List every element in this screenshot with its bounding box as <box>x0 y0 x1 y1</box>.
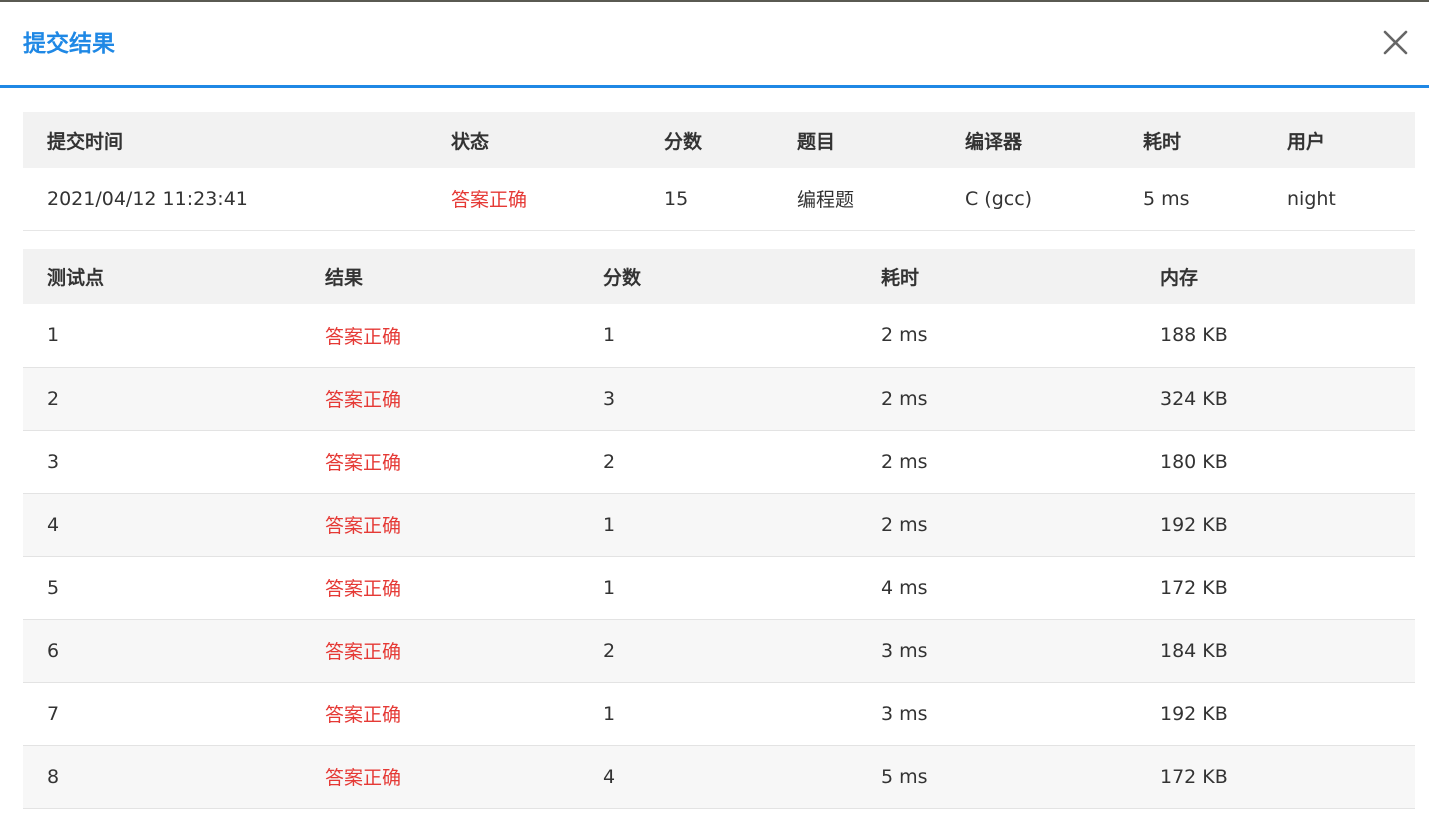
case-duration: 3 ms <box>881 639 928 662</box>
table-row: 6 答案正确 2 3 ms 184 KB <box>23 619 1415 682</box>
summary-header-user: 用户 <box>1287 130 1326 153</box>
table-row: 7 答案正确 1 3 ms 192 KB <box>23 682 1415 745</box>
case-result: 答案正确 <box>325 515 402 537</box>
summary-header-duration: 耗时 <box>1143 130 1182 153</box>
case-score: 1 <box>603 702 616 725</box>
case-duration: 2 ms <box>881 324 928 347</box>
case-duration: 2 ms <box>881 387 928 410</box>
case-duration: 2 ms <box>881 513 928 536</box>
table-row: 4 答案正确 1 2 ms 192 KB <box>23 493 1415 556</box>
summary-row: 2021/04/12 11:23:41 答案正确 15 编程题 C (gcc) … <box>23 168 1415 230</box>
table-row: 5 答案正确 1 4 ms 172 KB <box>23 556 1415 619</box>
case-score: 4 <box>603 765 616 788</box>
case-score: 2 <box>603 639 616 662</box>
submission-time: 2021/04/12 11:23:41 <box>47 187 248 210</box>
case-result: 答案正确 <box>325 389 402 411</box>
case-score: 1 <box>603 324 616 347</box>
case-result: 答案正确 <box>325 767 402 789</box>
table-row: 3 答案正确 2 2 ms 180 KB <box>23 430 1415 493</box>
cases-header-row: 测试点 结果 分数 耗时 内存 <box>23 249 1415 304</box>
table-row: 8 答案正确 4 5 ms 172 KB <box>23 745 1415 808</box>
submission-score: 15 <box>664 187 689 210</box>
summary-header-problem: 题目 <box>797 130 836 153</box>
submission-duration: 5 ms <box>1143 187 1190 210</box>
submission-problem: 编程题 <box>797 189 855 212</box>
case-number: 1 <box>47 324 60 347</box>
case-number: 8 <box>47 765 60 788</box>
cases-header-duration: 耗时 <box>881 267 920 289</box>
case-number: 6 <box>47 639 60 662</box>
test-case-table: 测试点 结果 分数 耗时 内存 1 答案正确 1 2 ms 188 KB 2 答… <box>23 249 1415 809</box>
case-result: 答案正确 <box>325 452 402 474</box>
case-duration: 2 ms <box>881 450 928 473</box>
case-duration: 3 ms <box>881 702 928 725</box>
case-score: 3 <box>603 387 616 410</box>
case-number: 7 <box>47 702 60 725</box>
case-memory: 172 KB <box>1160 765 1228 788</box>
case-memory: 188 KB <box>1160 324 1228 347</box>
cases-header-result: 结果 <box>325 267 364 289</box>
case-duration: 5 ms <box>881 765 928 788</box>
summary-header-score: 分数 <box>664 130 703 153</box>
case-memory: 184 KB <box>1160 639 1228 662</box>
submission-status: 答案正确 <box>451 189 528 212</box>
case-result: 答案正确 <box>325 641 402 663</box>
case-number: 4 <box>47 513 60 536</box>
summary-header-compiler: 编译器 <box>965 130 1023 153</box>
summary-header-status: 状态 <box>451 130 490 153</box>
submission-summary-table: 提交时间 状态 分数 题目 编译器 耗时 用户 2021/04/12 11:23… <box>23 112 1415 231</box>
cases-header-case: 测试点 <box>47 267 105 289</box>
dialog-header: 提交结果 <box>0 2 1429 88</box>
case-number: 5 <box>47 576 60 599</box>
case-number: 2 <box>47 387 60 410</box>
cases-header-memory: 内存 <box>1160 267 1199 289</box>
summary-header-time: 提交时间 <box>47 130 124 153</box>
case-memory: 192 KB <box>1160 513 1228 536</box>
case-duration: 4 ms <box>881 576 928 599</box>
case-memory: 324 KB <box>1160 387 1228 410</box>
submission-user: night <box>1287 187 1336 210</box>
case-result: 答案正确 <box>325 704 402 726</box>
table-row: 2 答案正确 3 2 ms 324 KB <box>23 367 1415 430</box>
table-row: 1 答案正确 1 2 ms 188 KB <box>23 304 1415 367</box>
cases-header-score: 分数 <box>603 267 642 289</box>
summary-header-row: 提交时间 状态 分数 题目 编译器 耗时 用户 <box>23 112 1415 168</box>
case-score: 2 <box>603 450 616 473</box>
case-memory: 192 KB <box>1160 702 1228 725</box>
close-button[interactable] <box>1379 26 1411 58</box>
case-number: 3 <box>47 450 60 473</box>
case-result: 答案正确 <box>325 578 402 600</box>
close-icon <box>1383 30 1408 55</box>
case-memory: 180 KB <box>1160 450 1228 473</box>
case-score: 1 <box>603 513 616 536</box>
case-result: 答案正确 <box>325 325 402 348</box>
submission-compiler: C (gcc) <box>965 187 1033 210</box>
case-memory: 172 KB <box>1160 576 1228 599</box>
case-score: 1 <box>603 576 616 599</box>
dialog-title: 提交结果 <box>23 31 115 57</box>
